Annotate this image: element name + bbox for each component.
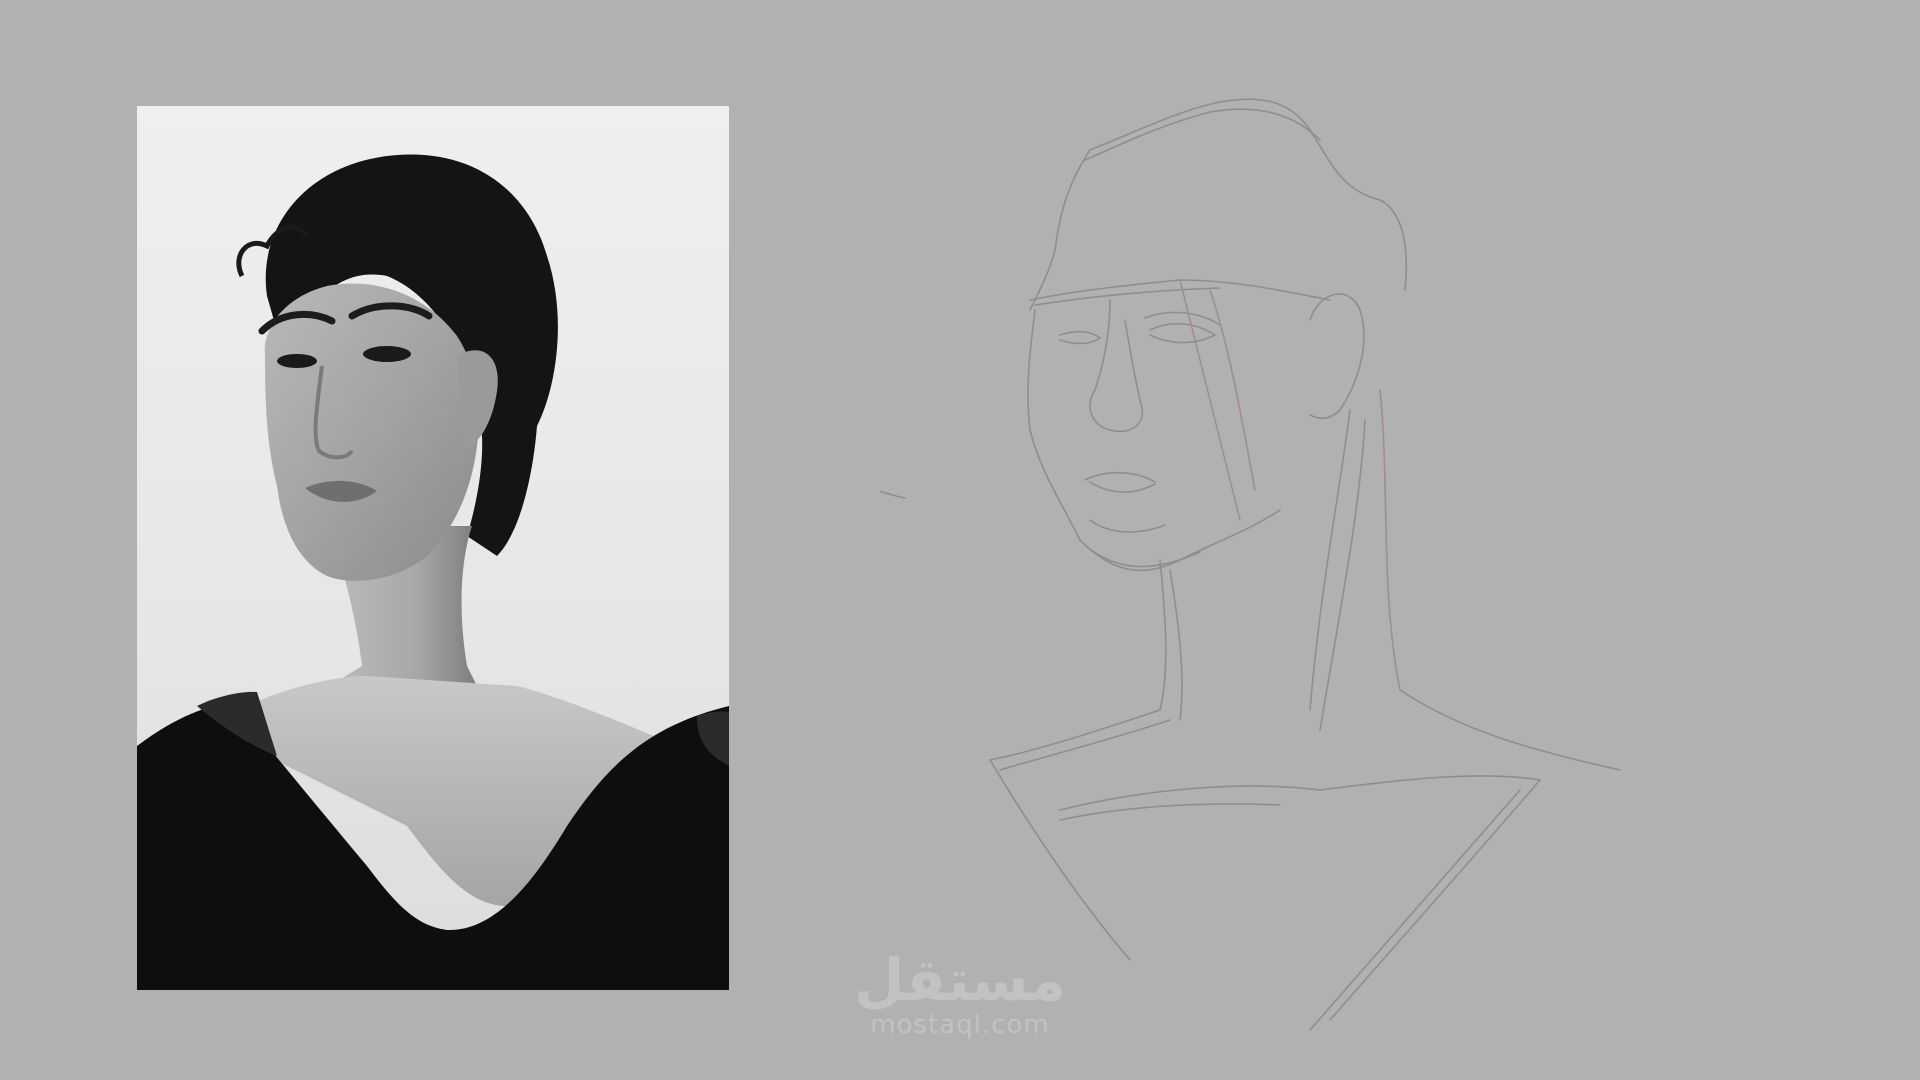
sketch-neck-left-2 [1169,569,1183,721]
sketch-cheek-plane [1209,289,1256,491]
sketch-mouth [1084,471,1156,483]
sketch-eye-left [1059,330,1101,345]
sketch-neck-left [1159,559,1167,711]
eye-right [363,346,411,362]
sketch-ear [1309,293,1365,420]
watermark: مستقل mostaql.com [830,950,1090,1040]
sketch-cheek-plane-2 [1179,279,1241,521]
sketch-face-left [1029,149,1091,311]
reference-photo [137,106,729,990]
sketch-neck-right [1309,409,1351,711]
watermark-arabic: مستقل [853,946,1067,1014]
sketch-brow-line-2 [1034,287,1221,306]
sketch-collar-2 [1059,803,1281,821]
sketch-torso-left [989,759,1131,961]
sketch-torso-right-2 [1309,789,1521,1031]
pencil-sketch [880,90,1660,1050]
sketch-shoulder-left-2 [999,719,1171,771]
sketch-jaw [1079,509,1281,572]
sketch-face-left-2 [1027,309,1081,541]
sketch-eye-right [1149,322,1216,344]
sketch-jaw-2 [1084,544,1201,568]
sketch-torso-right [1329,779,1541,1021]
reference-photo-art [137,154,729,990]
sketch-nose-bridge [1094,299,1111,391]
watermark-latin: mostaql.com [870,1010,1050,1040]
sketch-nose [1089,389,1144,432]
sketch-lips [1089,481,1156,493]
sketch-stray-mark [880,490,906,499]
sketch-nose-2 [1124,319,1143,409]
sketch-cranium [1089,98,1408,291]
sketch-shoulder-right [1399,689,1621,771]
sketch-chin-line [1089,519,1166,533]
sketch-cranium-2 [1084,108,1321,161]
sketch-art [880,98,1621,1031]
sketch-neck-right-3 [1379,389,1401,691]
sketch-collar [1059,775,1541,811]
artboard: مستقل mostaql.com [0,0,1920,1080]
sketch-shoulder-left [989,709,1161,761]
eye-left [277,354,317,368]
